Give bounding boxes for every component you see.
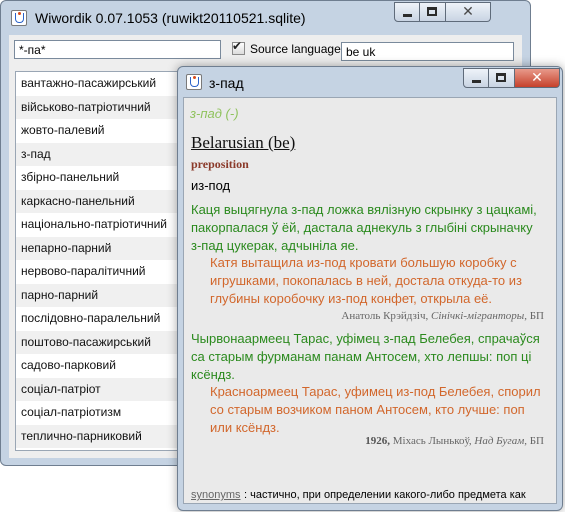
close-icon: ✕ xyxy=(462,4,474,20)
dialog-title: з-пад xyxy=(209,75,244,91)
part-of-speech: preposition xyxy=(191,157,249,171)
example-translation: Катя вытащила из-под кровати большую кор… xyxy=(210,255,522,306)
app-icon[interactable] xyxy=(11,10,27,26)
main-window-title: Wiwordik 0.07.1053 (ruwikt20110521.sqlit… xyxy=(35,10,306,26)
example-text: Чырвонаармеец Тарас, уфімец з-пад Белебе… xyxy=(191,331,540,382)
maximize-icon xyxy=(427,7,437,16)
example-source: Анатоль Крэйдзіч, Сінічкі-мігранторы, БП xyxy=(341,310,544,322)
close-icon: ✕ xyxy=(531,70,543,86)
dialog-titlebar[interactable]: з-пад ✕ xyxy=(178,67,562,101)
source-ref: , БП xyxy=(524,435,544,447)
example-text: Каця выцягнула з-пад ложка вялізную скры… xyxy=(191,202,537,253)
entry-content: з-пад (-) Belarusian (be) preposition из… xyxy=(183,97,557,504)
main-titlebar[interactable]: Wiwordik 0.07.1053 (ruwikt20110521.sqlit… xyxy=(1,1,530,35)
translation: из-под xyxy=(191,178,231,193)
entry-header: з-пад (-) xyxy=(190,106,239,121)
example-translation: Красноармеец Тарас, уфимец из-под Белебе… xyxy=(210,384,541,435)
word-detail-window: з-пад ✕ з-пад (-) Belarusian (be) prepos… xyxy=(177,66,563,511)
synonyms-text: : частично, при определении какого-либо … xyxy=(244,489,526,501)
close-button[interactable]: ✕ xyxy=(446,2,491,22)
dialog-maximize-button[interactable] xyxy=(489,68,515,88)
language-filter-input[interactable] xyxy=(341,42,514,61)
source-author: Анатоль Крэйдзіч, xyxy=(341,310,429,322)
source-year: 1926, xyxy=(365,435,390,447)
source-ref: , БП xyxy=(524,310,544,322)
minimize-icon xyxy=(472,80,481,83)
maximize-button[interactable] xyxy=(420,2,446,22)
minimize-button[interactable] xyxy=(394,2,420,22)
maximize-icon xyxy=(496,73,506,82)
source-language-checkbox[interactable]: ✔ xyxy=(232,39,245,55)
source-title: Сінічкі-мігранторы xyxy=(430,310,525,322)
dialog-app-icon[interactable] xyxy=(186,74,202,90)
checkmark-icon: ✔ xyxy=(232,39,243,53)
source-language-label[interactable]: Source language xyxy=(250,42,341,56)
synonyms-link[interactable]: synonyms xyxy=(191,489,241,501)
minimize-icon xyxy=(403,14,412,17)
example-source: 1926, Міхась Лынькоў, Над Бугам, БП xyxy=(365,435,544,447)
source-title: Над Бугам xyxy=(474,435,525,447)
word-search-input[interactable] xyxy=(14,40,221,59)
language-heading: Belarusian (be) xyxy=(191,133,296,152)
dialog-close-button[interactable]: ✕ xyxy=(515,68,560,88)
dialog-minimize-button[interactable] xyxy=(463,68,489,88)
source-author: Міхась Лынькоў, xyxy=(390,435,472,447)
